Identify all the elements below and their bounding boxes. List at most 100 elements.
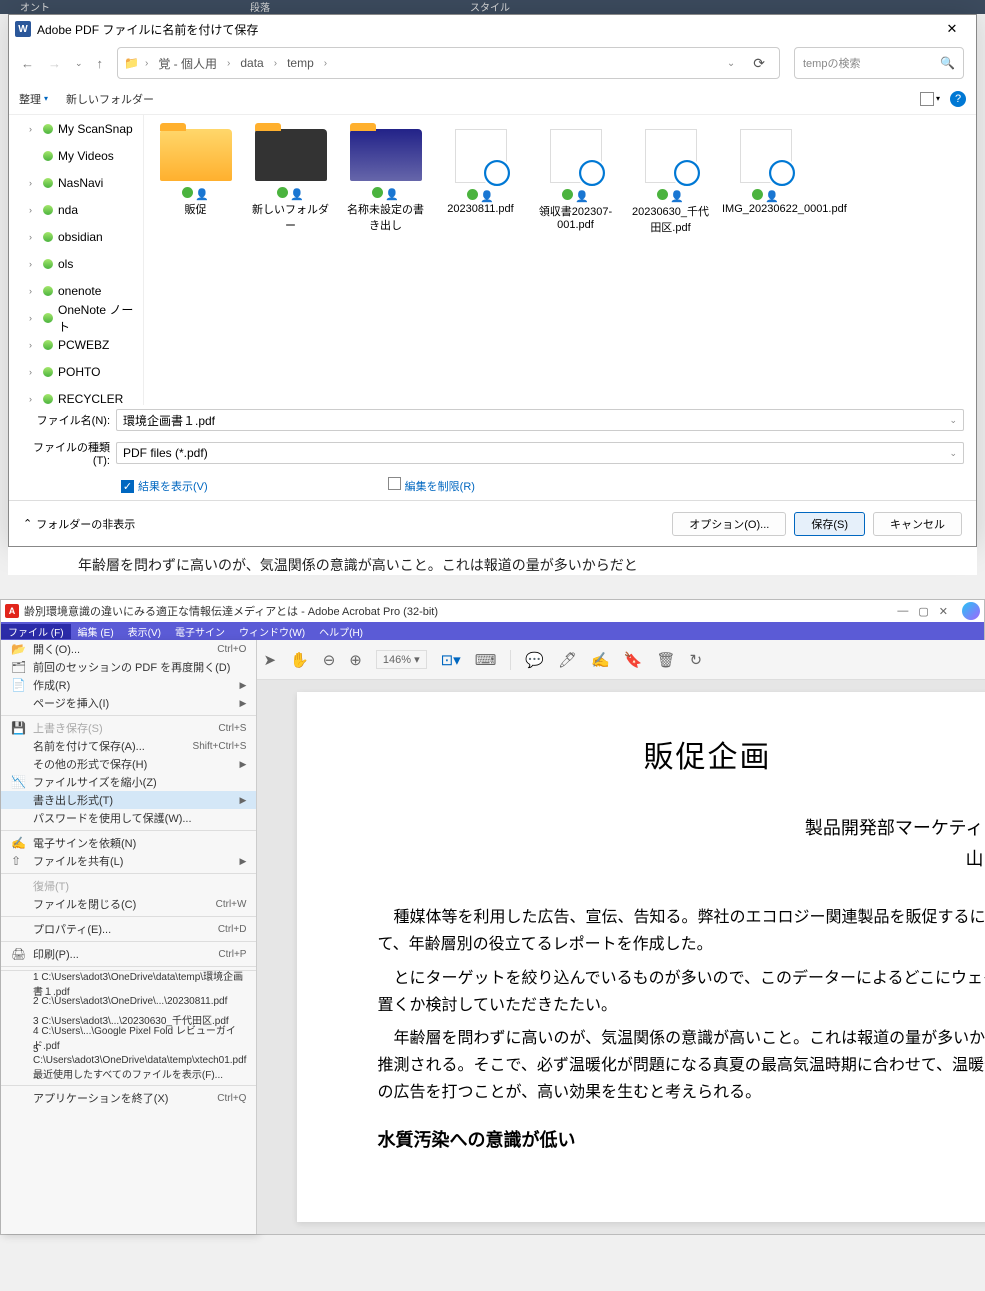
file-item[interactable]: 👤IMG_20230622_0001.pdf [718,125,813,239]
tree-item[interactable]: ›PCWEBZ [9,331,143,358]
menu-item[interactable]: パスワードを使用して保護(W)... [1,809,256,827]
ribbon-group: オント [20,0,50,14]
close-icon[interactable]: ✕ [939,605,948,618]
menu-item[interactable]: 🖨印刷(P)...Ctrl+P [1,945,256,963]
new-folder-button[interactable]: 新しいフォルダー [66,91,154,107]
rotate-icon[interactable]: ↻ [690,651,703,669]
highlight-icon[interactable]: 🖊 [558,651,577,669]
menu-window[interactable]: ウィンドウ(W) [232,624,312,639]
menu-exit[interactable]: アプリケーションを終了(X)Ctrl+Q [1,1089,256,1107]
tree-item[interactable]: ›RECYCLER [9,385,143,405]
comment-icon[interactable]: 💬 [525,651,544,669]
tree-item[interactable]: ›My ScanSnap [9,115,143,142]
breadcrumb[interactable]: 覚 - 個人用 [154,53,221,74]
fit-icon[interactable]: ⊡▾ [441,651,461,669]
tree-item[interactable]: ›ols [9,250,143,277]
breadcrumb[interactable]: temp [283,54,318,72]
menu-edit[interactable]: 編集 (E) [71,624,121,639]
menu-help[interactable]: ヘルプ(H) [312,624,370,639]
stamp-icon[interactable]: 🔖 [624,651,643,669]
menu-item[interactable]: 📉ファイルサイズを縮小(Z) [1,773,256,791]
filename-label: ファイル名(N): [21,412,116,428]
menu-item[interactable]: ✍電子サインを依頼(N) [1,834,256,852]
save-as-dialog: W Adobe PDF ファイルに名前を付けて保存 ✕ ← → ⌄ ↑ 📁› 覚… [8,14,977,547]
menu-item[interactable]: 名前を付けて保存(A)...Shift+Ctrl+S [1,737,256,755]
menu-item[interactable]: 書き出し形式(T)▶ [1,791,256,809]
recent-file[interactable]: 5 C:\Users\adot3\OneDrive\data\temp\xtec… [1,1046,256,1064]
menu-sign[interactable]: 電子サイン [168,624,232,639]
nav-back-icon[interactable]: ← [21,56,34,71]
tree-item[interactable]: ›NasNavi [9,169,143,196]
address-bar[interactable]: 📁› 覚 - 個人用› data› temp› ⌄ ⟳ [117,47,780,79]
maximize-icon[interactable]: ▢ [918,605,928,618]
folder-item[interactable]: 👤販促 [148,125,243,239]
help-icon[interactable]: ? [950,91,966,107]
menu-item[interactable]: その他の形式で保存(H)▶ [1,755,256,773]
menu-item[interactable]: プロパティ(E)...Ctrl+D [1,920,256,938]
word-document-text: 年齢層を問わずに高いのが、気温関係の意識が高いこと。これは報道の量が多いからだと [8,547,977,575]
keyboard-icon[interactable]: ⌨ [475,651,497,669]
menu-item[interactable]: 🗂前回のセッションの PDF を再度開く(D) [1,658,256,676]
search-input[interactable]: tempの検索 🔍 [794,47,964,79]
close-icon[interactable]: ✕ [932,17,972,41]
menu-item[interactable]: 📄作成(R)▶ [1,676,256,694]
addr-dropdown-icon[interactable]: ⌄ [723,58,739,69]
hand-icon[interactable]: ✋ [290,651,309,669]
recent-file[interactable]: 1 C:\Users\adot3\OneDrive\data\temp\環境企画… [1,974,256,992]
save-button[interactable]: 保存(S) [794,512,865,536]
delete-icon[interactable]: 🗑 [656,651,675,669]
acrobat-toolbar: ➤ ✋ ⊖ ⊕ 146% ▾ ⊡▾ ⌨ 💬 🖊 ✍ 🔖 🗑 ↻ ? 🔔 ⠿ 🔗 [257,640,985,680]
options-button[interactable]: オプション(O)... [672,512,786,536]
ribbon-group: スタイル [470,0,510,14]
minimize-icon[interactable]: — [897,605,908,618]
menu-item[interactable]: 💾上書き保存(S)Ctrl+S [1,719,256,737]
sign-icon[interactable]: ✍ [591,651,610,669]
restrict-editing-checkbox[interactable]: 編集を制限(R) [388,477,475,494]
zoom-select[interactable]: 146% ▾ [376,650,427,669]
file-list: 👤販促 👤新しいフォルダー 👤名称未設定の書き出し 👤20230811.pdf … [144,115,976,405]
refresh-icon[interactable]: ⟳ [745,55,773,72]
recent-more[interactable]: 最近使用したすべてのファイルを表示(F)... [1,1064,256,1082]
pdf-page: 販促企画 製品開発部マーケティング課 山田太郎 種媒体等を利用した広告、宣伝、告… [297,692,985,1222]
window-title: 齢別環境意識の違いにみる適正な情報伝達メディアとは - Adobe Acroba… [24,603,438,619]
menu-item[interactable]: ページを挿入(I)▶ [1,694,256,712]
hide-folders-button[interactable]: ⌃ フォルダーの非表示 [23,516,135,532]
doc-title: 販促企画 [377,732,985,783]
file-item[interactable]: 👤20230630_千代田区.pdf [623,125,718,239]
tree-item[interactable]: My Videos [9,142,143,169]
folder-item[interactable]: 👤新しいフォルダー [243,125,338,239]
menu-item[interactable]: 📂開く(O)...Ctrl+O [1,640,256,658]
filename-input[interactable]: 環境企画書１.pdf⌄ [116,409,964,431]
menu-file[interactable]: ファイル (F) [1,624,71,639]
tree-item[interactable]: ›nda [9,196,143,223]
file-item[interactable]: 👤20230811.pdf [433,125,528,239]
menu-view[interactable]: 表示(V) [121,624,168,639]
nav-recent-icon[interactable]: ⌄ [75,58,83,69]
zoom-in-icon[interactable]: ⊕ [349,651,362,669]
tree-item[interactable]: ›OneNote ノート [9,304,143,331]
view-icon[interactable]: ▾ [920,92,940,106]
pointer-icon[interactable]: ➤ [263,651,276,669]
folder-item[interactable]: 👤名称未設定の書き出し [338,125,433,239]
menu-item[interactable]: ⇧ファイルを共有(L)▶ [1,852,256,870]
menu-item[interactable]: 復帰(T) [1,877,256,895]
nav-up-icon[interactable]: ↑ [97,56,104,71]
file-item[interactable]: 👤領収書202307-001.pdf [528,125,623,239]
tree-item[interactable]: ›obsidian [9,223,143,250]
cancel-button[interactable]: キャンセル [873,512,962,536]
word-icon: W [15,21,31,37]
filetype-select[interactable]: PDF files (*.pdf)⌄ [116,442,964,464]
nav-forward-icon[interactable]: → [48,56,61,71]
menu-item[interactable]: ファイルを閉じる(C)Ctrl+W [1,895,256,913]
organize-button[interactable]: 整理 ▾ [19,91,48,107]
doc-author: 山田太郎 [377,844,985,875]
recent-file[interactable]: 2 C:\Users\adot3\OneDrive\...\20230811.p… [1,992,256,1010]
tree-item[interactable]: ›POHTO [9,358,143,385]
dialog-title: Adobe PDF ファイルに名前を付けて保存 [37,21,932,38]
assistant-icon[interactable] [962,602,980,620]
view-results-checkbox[interactable]: ✓結果を表示(V) [121,478,208,494]
breadcrumb[interactable]: data [236,54,267,72]
zoom-out-icon[interactable]: ⊖ [323,651,336,669]
folder-tree: ›My ScanSnap My Videos ›NasNavi ›nda ›ob… [9,115,144,405]
doc-department: 製品開発部マーケティング課 [377,813,985,844]
